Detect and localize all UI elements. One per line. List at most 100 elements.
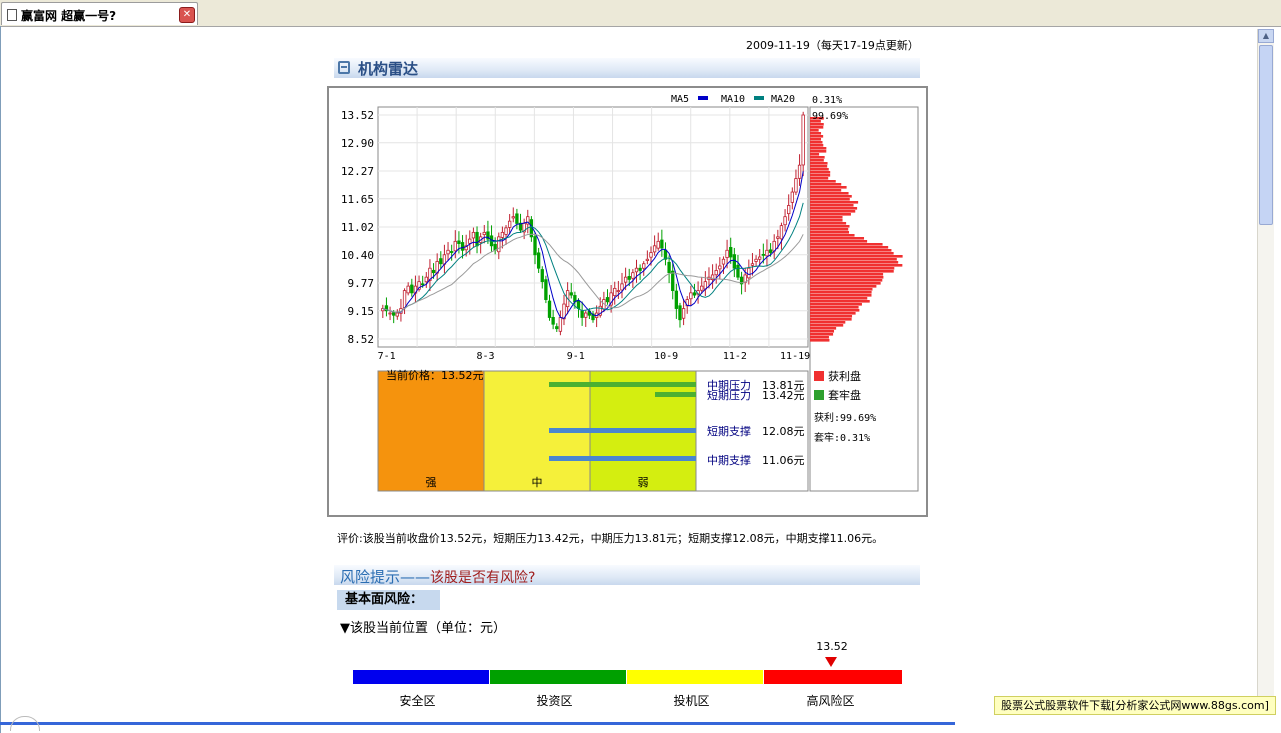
- candle-body: [457, 240, 461, 244]
- current-value: 13.52: [816, 640, 848, 653]
- level-bar-short-pressure: [655, 392, 696, 397]
- chip-bar: [810, 153, 820, 156]
- candle-body: [797, 164, 802, 179]
- candle-body: [729, 247, 733, 258]
- chip-bar: [810, 303, 862, 306]
- zone-label-speculate: 投机区: [673, 694, 710, 708]
- candle-body: [667, 261, 671, 274]
- candle-body: [642, 263, 646, 269]
- legend-ma5-swatch: [698, 96, 708, 100]
- candle-body: [449, 251, 454, 253]
- document-icon: [7, 9, 17, 21]
- chip-bar: [810, 243, 883, 246]
- candle-body: [388, 312, 392, 315]
- candle-body: [555, 326, 559, 330]
- chip-bar: [810, 240, 868, 243]
- candle-body: [482, 231, 486, 235]
- candle-body: [718, 265, 722, 270]
- chip-bar: [810, 165, 828, 168]
- progress-bar: [0, 722, 955, 725]
- vertical-scrollbar[interactable]: ▲: [1257, 29, 1274, 714]
- candle-body: [471, 231, 476, 239]
- chip-bar: [810, 198, 850, 201]
- chip-bar: [810, 252, 894, 255]
- chip-bar: [810, 183, 842, 186]
- x-tick-label: 8-3: [476, 351, 494, 362]
- update-date: 2009-11-19（每天17-19点更新）: [746, 39, 919, 52]
- risk-dash: ——: [400, 568, 431, 586]
- zone-strong-label: 强: [426, 476, 437, 489]
- candle-body: [649, 252, 653, 258]
- candle-body: [547, 300, 552, 318]
- candle-body: [671, 270, 675, 292]
- chip-bar: [810, 189, 842, 192]
- candle-body: [627, 276, 631, 280]
- profit-swatch: [814, 371, 824, 381]
- level-value-3: 11.06元: [762, 454, 805, 467]
- chip-bar: [810, 297, 868, 300]
- chip-bar: [810, 258, 897, 261]
- current-price-label: 当前价格：13.52元: [386, 368, 484, 382]
- candle-body: [620, 283, 624, 291]
- scroll-up-icon[interactable]: ▲: [1258, 29, 1274, 43]
- chip-bar: [810, 216, 843, 219]
- chip-bar: [810, 180, 836, 183]
- browser-tab[interactable]: 赢富网 超赢一号? ✕: [1, 2, 198, 25]
- level-name-1: 短期压力: [707, 388, 751, 402]
- candle-body: [500, 231, 505, 238]
- radar-chart-box: MA5 MA10 MA20 13.52 12.90 12.27 11.65 11.02 1…: [327, 86, 928, 517]
- chip-bar: [810, 318, 852, 321]
- zone-mid-label: 中: [532, 476, 543, 489]
- grid: [378, 107, 808, 347]
- zone-label-invest: 投资区: [536, 694, 573, 708]
- chip-bar: [810, 129, 819, 132]
- candle-body: [725, 249, 729, 258]
- candle-body: [747, 267, 751, 279]
- fundamental-risk-label: 基本面风险：: [337, 590, 440, 610]
- y-axis-ticks: 13.52 12.90 12.27 11.65 11.02 10.40 9.77 9.15 8.…: [341, 109, 374, 346]
- level-bar-mid-support: [549, 456, 696, 461]
- chip-bar: [810, 255, 903, 258]
- chip-bar: [810, 123, 824, 126]
- chip-bar: [810, 330, 835, 333]
- chip-bar: [810, 195, 852, 198]
- chip-bar: [810, 174, 831, 177]
- y-tick-label: 11.02: [341, 221, 374, 234]
- chip-bar: [810, 273, 884, 276]
- candle-body: [507, 220, 512, 228]
- legend-ma5: MA5: [671, 94, 689, 105]
- level-bar-mid-pressure: [549, 382, 696, 387]
- chip-bar: [810, 132, 822, 135]
- candle-body: [544, 279, 548, 300]
- candle-body: [768, 249, 773, 253]
- chip-bar: [810, 285, 877, 288]
- candle-body: [638, 267, 642, 271]
- position-label: ▼该股当前位置（单位：元）: [340, 621, 506, 636]
- candle-body: [790, 191, 794, 203]
- candle-body: [779, 225, 784, 240]
- chip-bar: [810, 309, 860, 312]
- chip-bar: [810, 312, 856, 315]
- chip-bar: [810, 222, 847, 225]
- level-value-1: 13.42元: [762, 389, 805, 402]
- tab-bar: 赢富网 超赢一号? ✕: [0, 0, 1281, 27]
- candle-body: [497, 236, 501, 253]
- chip-bar: [810, 300, 870, 303]
- chip-bar: [810, 213, 851, 216]
- tab-title: 赢富网 超赢一号?: [21, 9, 117, 23]
- chip-bar: [810, 141, 823, 144]
- candle-body: [605, 297, 610, 303]
- chip-bar: [810, 279, 883, 282]
- candle-body: [511, 216, 515, 219]
- ad-banner[interactable]: 股票公式股票软件下载[分析家公式网www.88gs.com]: [994, 696, 1276, 715]
- candle-body: [453, 240, 457, 252]
- candle-body: [536, 252, 541, 269]
- candle-body: [431, 269, 436, 274]
- scroll-thumb[interactable]: [1259, 45, 1273, 225]
- chip-bar: [810, 339, 830, 342]
- close-tab-icon[interactable]: ✕: [179, 7, 195, 23]
- candle-body: [439, 258, 443, 265]
- y-tick-label: 13.52: [341, 109, 374, 122]
- radar-title: 机构雷达: [358, 60, 419, 78]
- chip-bar: [810, 159, 824, 162]
